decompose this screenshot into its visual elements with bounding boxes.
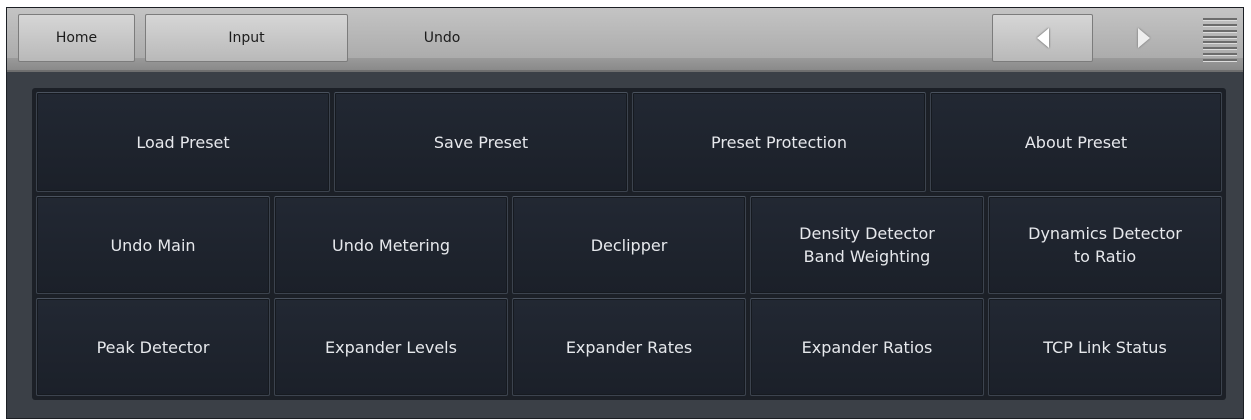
tab-undo[interactable]: Undo (387, 14, 497, 62)
arrow-left-icon (1036, 28, 1049, 48)
declipper-button[interactable]: Declipper (512, 196, 746, 294)
undo-button-panel: Load Preset Save Preset Preset Protectio… (32, 88, 1226, 400)
load-preset-button[interactable]: Load Preset (36, 92, 330, 192)
tcp-link-status-button[interactable]: TCP Link Status (988, 298, 1222, 396)
preset-protection-button[interactable]: Preset Protection (632, 92, 926, 192)
expander-levels-button[interactable]: Expander Levels (274, 298, 508, 396)
expander-rates-button[interactable]: Expander Rates (512, 298, 746, 396)
undo-metering-button[interactable]: Undo Metering (274, 196, 508, 294)
arrow-right-icon (1137, 28, 1150, 48)
menu-icon (1203, 18, 1237, 21)
peak-detector-button[interactable]: Peak Detector (36, 298, 270, 396)
previous-page-button[interactable] (992, 14, 1093, 62)
undo-window: Home Input Undo Load Preset Save Preset … (6, 7, 1244, 419)
expander-ratios-button[interactable]: Expander Ratios (750, 298, 984, 396)
about-preset-button[interactable]: About Preset (930, 92, 1222, 192)
dynamics-detector-to-ratio-button[interactable]: Dynamics Detector to Ratio (988, 196, 1222, 294)
undo-main-button[interactable]: Undo Main (36, 196, 270, 294)
density-detector-band-weighting-button[interactable]: Density Detector Band Weighting (750, 196, 984, 294)
top-navigation-bar: Home Input Undo (7, 8, 1243, 72)
save-preset-button[interactable]: Save Preset (334, 92, 628, 192)
tab-home[interactable]: Home (18, 14, 135, 62)
next-page-button[interactable] (1093, 14, 1194, 62)
menu-button[interactable] (1203, 18, 1237, 62)
tab-input[interactable]: Input (145, 14, 348, 62)
